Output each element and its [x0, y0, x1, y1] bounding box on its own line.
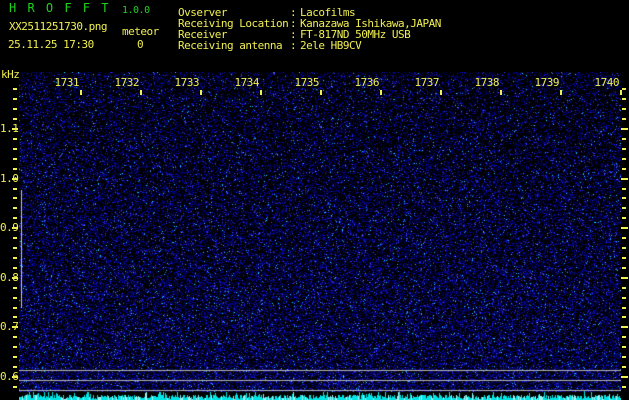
y-tick-minor-right [622, 108, 626, 110]
y-tick-minor-left [13, 257, 17, 259]
x-tick [380, 90, 382, 95]
x-tick-label: 1738 [474, 76, 500, 89]
x-tick-label: 1735 [294, 76, 320, 89]
y-tick-minor-left [13, 158, 17, 160]
hrofft-screen: H R O F F T 1.0.0 XX2511251730.png meteo… [0, 0, 629, 400]
y-tick-minor-right [622, 138, 626, 140]
y-tick-minor-left [13, 88, 17, 90]
y-tick-major-right [621, 376, 628, 378]
y-tick-minor-right [622, 237, 626, 239]
observer-info-block: Ovserver: Lacofilms Receiving Location: Ka… [178, 7, 441, 51]
y-tick-minor-right [622, 217, 626, 219]
y-tick-minor-left [13, 346, 17, 348]
y-tick-major-right [621, 277, 628, 279]
y-tick-minor-left [13, 207, 17, 209]
y-tick-minor-left [13, 197, 17, 199]
y-tick-minor-right [622, 188, 626, 190]
y-tick-label: 0.8 [0, 271, 19, 284]
y-tick-major-right [621, 227, 628, 229]
x-tick [260, 90, 262, 95]
y-tick-minor-right [622, 287, 626, 289]
y-tick-minor-right [622, 148, 626, 150]
x-tick [560, 90, 562, 95]
x-tick [500, 90, 502, 95]
y-tick-minor-left [13, 336, 17, 338]
y-tick-minor-left [13, 366, 17, 368]
x-tick-label: 1736 [354, 76, 380, 89]
app-version: 1.0.0 [122, 5, 150, 16]
x-tick [80, 90, 82, 95]
y-tick-major-right [621, 326, 628, 328]
x-tick-label: 1740 [594, 76, 620, 89]
y-tick-minor-right [622, 207, 626, 209]
y-tick-label: 0.9 [0, 221, 19, 234]
x-tick-label: 1732 [114, 76, 140, 89]
x-tick [200, 90, 202, 95]
y-tick-major-right [621, 178, 628, 180]
y-tick-label: 1.1 [0, 122, 19, 135]
y-tick-minor-right [622, 168, 626, 170]
x-tick [140, 90, 142, 95]
spectrogram-canvas [19, 72, 621, 400]
x-tick-label: 1733 [174, 76, 200, 89]
info-label: Receiving antenna [178, 39, 283, 52]
y-tick-minor-left [13, 217, 17, 219]
y-tick-minor-right [622, 297, 626, 299]
y-tick-minor-left [13, 237, 17, 239]
y-tick-minor-right [622, 197, 626, 199]
y-tick-minor-right [622, 346, 626, 348]
y-tick-minor-left [13, 108, 17, 110]
y-tick-minor-right [622, 336, 626, 338]
x-tick-label: 1731 [54, 76, 80, 89]
y-tick-minor-right [622, 118, 626, 120]
y-tick-minor-left [13, 307, 17, 309]
x-tick-label: 1739 [534, 76, 560, 89]
info-value: 2ele HB9CV [300, 39, 362, 52]
y-tick-minor-right [622, 98, 626, 100]
y-tick-minor-right [622, 88, 626, 90]
y-tick-minor-left [13, 356, 17, 358]
x-tick [620, 90, 622, 95]
observation-datetime: 25.11.25 17:30 [8, 38, 94, 51]
y-tick-minor-right [622, 307, 626, 309]
y-tick-minor-right [622, 316, 626, 318]
y-tick-minor-left [13, 188, 17, 190]
info-row-antenna: Receiving antenna:2ele HB9CV [178, 40, 441, 51]
y-tick-minor-left [13, 138, 17, 140]
y-tick-minor-left [13, 98, 17, 100]
y-tick-minor-left [13, 267, 17, 269]
mode-label: meteor [122, 25, 159, 38]
y-tick-label: 0.6 [0, 370, 19, 383]
y-tick-minor-left [13, 386, 17, 388]
y-tick-minor-left [13, 247, 17, 249]
x-tick [320, 90, 322, 95]
y-tick-minor-right [622, 386, 626, 388]
x-tick-label: 1734 [234, 76, 260, 89]
y-tick-minor-right [622, 247, 626, 249]
y-tick-minor-left [13, 287, 17, 289]
app-title: H R O F F T [9, 1, 111, 15]
y-tick-minor-right [622, 366, 626, 368]
y-tick-label: 1.0 [0, 172, 19, 185]
y-tick-minor-left [13, 118, 17, 120]
y-tick-minor-left [13, 168, 17, 170]
y-tick-label: 0.7 [0, 320, 19, 333]
meteor-count: 0 [136, 38, 144, 51]
y-tick-minor-right [622, 356, 626, 358]
output-filename: XX2511251730.png [9, 20, 107, 33]
y-tick-minor-right [622, 257, 626, 259]
y-tick-minor-left [13, 148, 17, 150]
y-tick-major-right [621, 128, 628, 130]
x-tick-label: 1737 [414, 76, 440, 89]
y-tick-minor-right [622, 267, 626, 269]
y-axis-unit-label: kHz [1, 68, 20, 81]
y-tick-minor-left [13, 316, 17, 318]
x-tick [440, 90, 442, 95]
y-tick-minor-left [13, 297, 17, 299]
y-tick-minor-right [622, 158, 626, 160]
info-separator: : [290, 39, 297, 52]
